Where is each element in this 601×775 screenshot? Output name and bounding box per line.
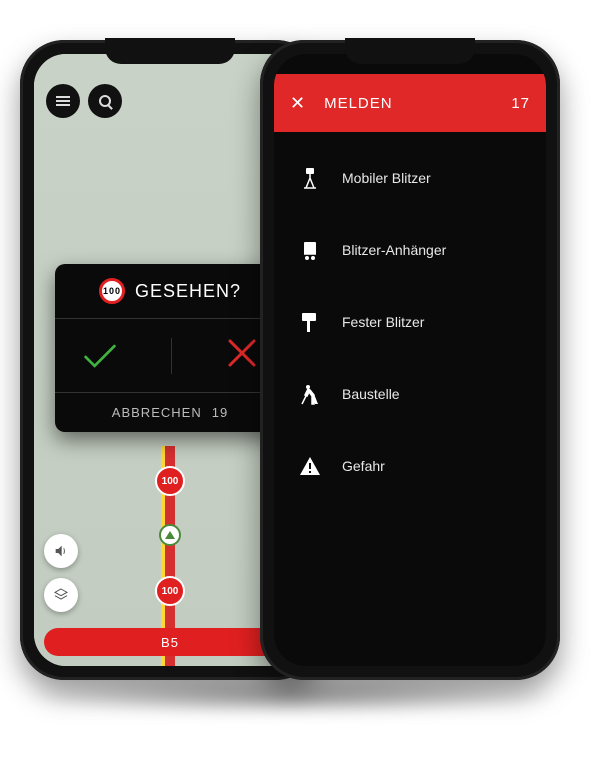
x-icon (226, 337, 258, 369)
location-arrow-icon (159, 524, 181, 546)
fixed-camera-icon (296, 308, 324, 336)
speed-pin[interactable]: 100 (155, 466, 185, 496)
panel-title: GESEHEN? (135, 281, 241, 302)
menu-button[interactable] (46, 84, 80, 118)
road-label-text: B5 (161, 635, 179, 650)
report-title: MELDEN (324, 95, 511, 112)
speed-limit-icon: 100 (99, 278, 125, 304)
report-header: ✕ MELDEN 17 (274, 74, 546, 132)
phone-right: ✕ MELDEN 17 Mobiler Blitzer (260, 40, 560, 680)
confirm-button[interactable] (82, 342, 118, 370)
menu-item-fixed[interactable]: Fester Blitzer (274, 286, 546, 358)
menu-label: Mobiler Blitzer (342, 170, 431, 186)
reject-button[interactable] (226, 337, 258, 374)
divider (171, 338, 172, 374)
sound-button[interactable] (44, 534, 78, 568)
warning-icon (296, 452, 324, 480)
menu-label: Baustelle (342, 386, 400, 402)
trailer-icon (296, 236, 324, 264)
menu-label: Fester Blitzer (342, 314, 424, 330)
hamburger-icon (56, 96, 70, 106)
layers-button[interactable] (44, 578, 78, 612)
check-icon (82, 342, 118, 370)
cancel-label: ABBRECHEN (112, 405, 202, 420)
menu-label: Blitzer-Anhänger (342, 242, 446, 258)
cancel-button[interactable]: ABBRECHEN 19 (55, 393, 285, 432)
menu-item-construction[interactable]: Baustelle (274, 358, 546, 430)
layers-icon (53, 587, 69, 603)
search-button[interactable] (88, 84, 122, 118)
construction-icon (296, 380, 324, 408)
screen-report: ✕ MELDEN 17 Mobiler Blitzer (274, 54, 546, 666)
close-button[interactable]: ✕ (290, 93, 306, 114)
search-icon (99, 95, 111, 107)
menu-label: Gefahr (342, 458, 385, 474)
menu-item-mobile[interactable]: Mobiler Blitzer (274, 142, 546, 214)
report-menu: Mobiler Blitzer Blitzer-Anhänger (274, 132, 546, 512)
confirm-panel: 100 GESEHEN? ABBRECHEN 19 (55, 264, 285, 432)
menu-item-danger[interactable]: Gefahr (274, 430, 546, 502)
countdown-value: 17 (511, 95, 530, 112)
tripod-camera-icon (296, 164, 324, 192)
menu-item-trailer[interactable]: Blitzer-Anhänger (274, 214, 546, 286)
speaker-icon (53, 543, 69, 559)
panel-header: 100 GESEHEN? (55, 264, 285, 319)
countdown-value: 19 (212, 405, 228, 420)
road-label-bar[interactable]: B5 (44, 628, 296, 656)
speed-pin[interactable]: 100 (155, 576, 185, 606)
